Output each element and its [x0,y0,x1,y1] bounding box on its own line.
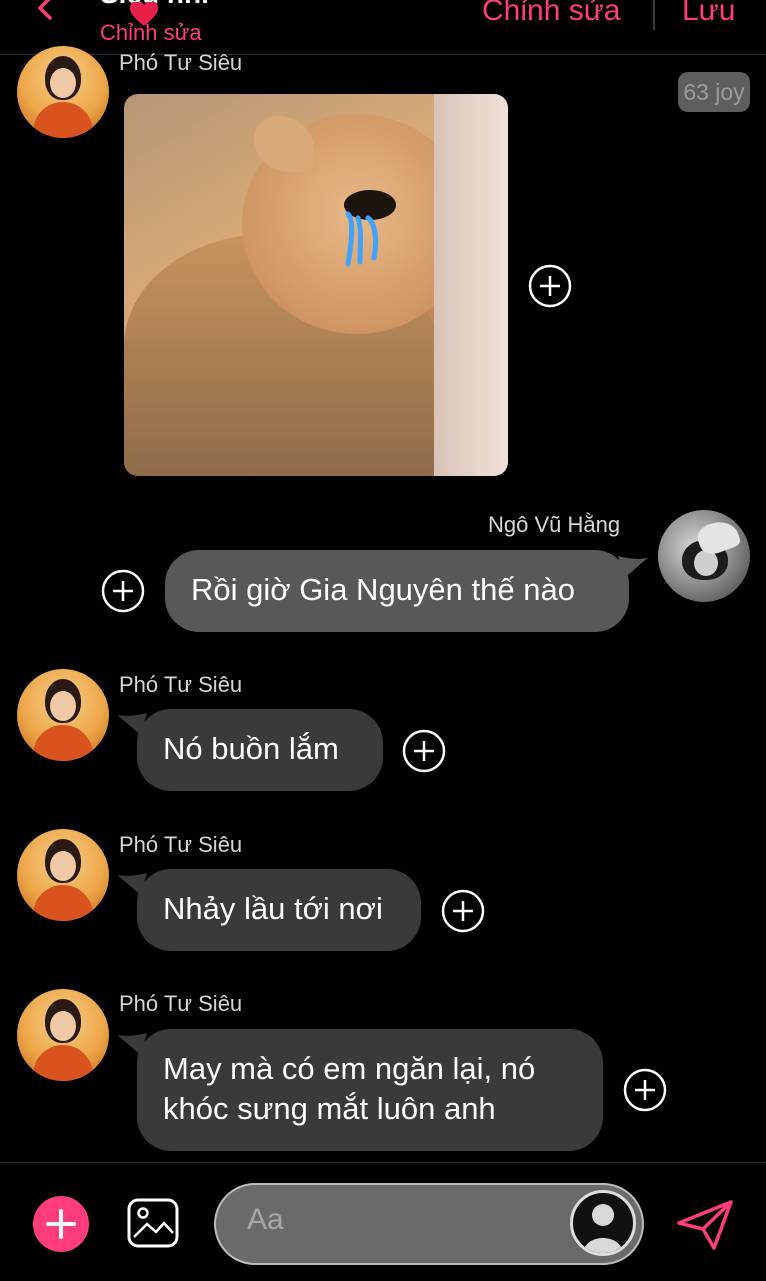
message-bubble[interactable]: May mà có em ngăn lại, nó khóc sưng mắt … [137,1029,603,1151]
avatar[interactable] [17,669,109,761]
message-bubble[interactable]: Nó buồn lắm [137,709,383,791]
back-icon[interactable] [28,0,62,28]
tear-icon [345,211,379,267]
input-placeholder: Aa [247,1203,284,1236]
reaction-add-icon[interactable] [441,889,485,933]
message-input[interactable]: Aa [214,1183,644,1265]
message-bubble[interactable]: Nhảy lầu tới nơi [137,869,421,951]
send-icon[interactable] [676,1199,734,1251]
reaction-badge[interactable]: 63 joy [678,72,750,112]
chat-header: Siêu nhí Chỉnh sửa Chỉnh sửa Lưu [0,0,766,55]
chat-subtitle[interactable]: Chỉnh sửa [100,20,202,46]
reaction-add-icon[interactable] [402,729,446,773]
composer-bar: Aa [0,1162,766,1281]
add-icon [46,1209,76,1239]
reaction-add-icon[interactable] [623,1068,667,1112]
reaction-add-icon[interactable] [101,569,145,613]
sender-name: Phó Tư Siêu [119,991,243,1016]
reaction-add-icon[interactable] [528,264,572,308]
sender-name: Phó Tư Siêu [119,672,243,697]
avatar[interactable] [17,46,109,138]
avatar[interactable] [17,829,109,921]
header-divider [653,0,655,30]
sticker-icon[interactable] [570,1190,636,1256]
avatar[interactable] [658,510,750,602]
sender-name: Ngô Vũ Hằng [488,512,621,537]
avatar[interactable] [17,989,109,1081]
edit-button[interactable]: Chỉnh sửa [482,0,621,28]
gallery-icon[interactable] [126,1197,180,1249]
save-button[interactable]: Lưu [682,0,735,28]
message-bubble[interactable]: Rồi giờ Gia Nguyên thế nào [165,550,629,632]
message-line: May mà có em ngăn lại, nó [163,1051,536,1086]
add-button[interactable] [33,1196,89,1252]
message-image[interactable] [124,94,508,476]
message-line: khóc sưng mắt luôn anh [163,1091,496,1126]
sender-name: Phó Tư Siêu [119,832,243,857]
sender-name: Phó Tư Siêu [119,50,243,75]
